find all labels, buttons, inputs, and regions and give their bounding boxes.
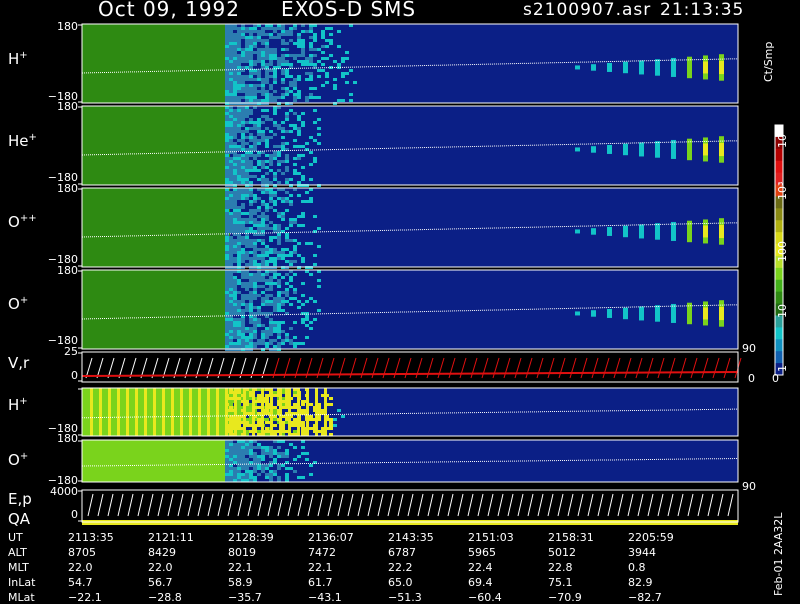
table-cell: 69.4 <box>468 576 493 589</box>
colorbar-title: Ct/Smp <box>762 41 775 82</box>
panel-green-0 <box>82 24 230 103</box>
table-cell: 2136:07 <box>308 531 354 544</box>
panel-green-3 <box>82 270 230 349</box>
table-cell: 61.7 <box>308 576 333 589</box>
table-cell: 22.4 <box>468 561 493 574</box>
table-cell: 22.1 <box>308 561 333 574</box>
panel-green-2 <box>82 188 230 267</box>
colorbar-segment <box>775 148 783 162</box>
table-cell: −51.3 <box>388 591 422 604</box>
table-cell: −28.8 <box>148 591 182 604</box>
colorbar-tick-1: 1 <box>776 365 789 372</box>
panel-label-vr: V,r <box>8 354 30 372</box>
ytick-p3-max: 180 <box>57 264 78 277</box>
table-cell: −82.7 <box>628 591 662 604</box>
table-cell: −70.9 <box>548 591 582 604</box>
ytick-p7-min: 0 <box>71 508 78 521</box>
table-cell: 8705 <box>68 546 96 559</box>
colorbar-segment <box>775 208 783 221</box>
right-tick-vr-90: 90 <box>742 342 756 355</box>
table-row-label: ALT <box>8 546 27 559</box>
table-cell: 2151:03 <box>468 531 514 544</box>
colorbar-bottom: 0 <box>772 372 779 385</box>
panel-label-o-plus: O+ <box>8 295 29 313</box>
table-cell: 22.1 <box>228 561 253 574</box>
table-cell: 75.1 <box>548 576 573 589</box>
table-cell: 82.9 <box>628 576 653 589</box>
colorbar-tick-1000: 10³ <box>776 181 789 200</box>
panel-label-o-plus-2: O+ <box>8 451 29 469</box>
table-cell: 3944 <box>628 546 656 559</box>
ytick-p7-max: 4000 <box>50 485 78 498</box>
table-cell: 54.7 <box>68 576 93 589</box>
table-row-label: MLT <box>8 561 29 574</box>
table-cell: −35.7 <box>228 591 262 604</box>
side-label: Feb-01 2AA32L <box>772 512 785 596</box>
colorbar-segment <box>775 160 783 174</box>
table-cell: 2121:11 <box>148 531 194 544</box>
colorbar-segment <box>775 220 783 233</box>
ytick-p1-max: 180 <box>57 100 78 113</box>
table-cell: 6787 <box>388 546 416 559</box>
panel-label-h-plus: H+ <box>8 50 28 68</box>
right-tick-vr-0: 0 <box>748 372 755 385</box>
colorbar-tick-10: 10 <box>776 304 789 318</box>
ytick-p0-max: 180 <box>57 20 78 33</box>
colorbar-segment <box>775 291 783 305</box>
colorbar-segment <box>775 327 783 340</box>
colorbar-segment <box>775 267 783 281</box>
table-cell: 58.9 <box>228 576 253 589</box>
table-cell: −43.1 <box>308 591 342 604</box>
table-cell: 5012 <box>548 546 576 559</box>
table-cell: 22.2 <box>388 561 413 574</box>
table-row-label: UT <box>8 531 23 544</box>
table-cell: 2205:59 <box>628 531 674 544</box>
ytick-p2-max: 180 <box>57 182 78 195</box>
table-cell: 2158:31 <box>548 531 594 544</box>
table-cell: 65.0 <box>388 576 413 589</box>
table-cell: 0.8 <box>628 561 646 574</box>
table-cell: −22.1 <box>68 591 102 604</box>
table-cell: 56.7 <box>148 576 173 589</box>
spectrogram-chart <box>78 23 784 525</box>
panel-label-ep: E,p <box>8 490 32 508</box>
panel-label-o-plusplus: O++ <box>8 213 37 231</box>
panel-green-6 <box>82 440 230 482</box>
panel-green-1 <box>82 106 230 185</box>
table-cell: 2113:35 <box>68 531 114 544</box>
panel-label-h-plus-2: H+ <box>8 396 28 414</box>
table-cell: 8019 <box>228 546 256 559</box>
ytick-p4-min: 0 <box>71 369 78 382</box>
table-cell: 7472 <box>308 546 336 559</box>
table-cell: 22.8 <box>548 561 573 574</box>
ytick-p4-max: 25 <box>64 345 78 358</box>
table-cell: 2128:39 <box>228 531 274 544</box>
table-row-label: InLat <box>8 576 36 589</box>
right-tick-ep-90: 90 <box>742 480 756 493</box>
colorbar-tick-100: 100 <box>776 241 789 262</box>
colorbar-segment <box>775 279 783 293</box>
colorbar-segment <box>775 339 783 352</box>
table-row-label: MLat <box>8 591 35 604</box>
panel-label-he-plus: He+ <box>8 132 37 150</box>
colorbar-tick-10000: 10⁴ <box>776 129 789 148</box>
table-cell: 5965 <box>468 546 496 559</box>
table-cell: 22.0 <box>68 561 93 574</box>
panel-label-qa: QA <box>8 510 31 528</box>
ytick-p6-max: 180 <box>57 432 78 445</box>
table-cell: 8429 <box>148 546 176 559</box>
table-cell: 2143:35 <box>388 531 434 544</box>
table-cell: 22.0 <box>148 561 173 574</box>
table-cell: −60.4 <box>468 591 502 604</box>
colorbar-segment <box>775 351 783 364</box>
